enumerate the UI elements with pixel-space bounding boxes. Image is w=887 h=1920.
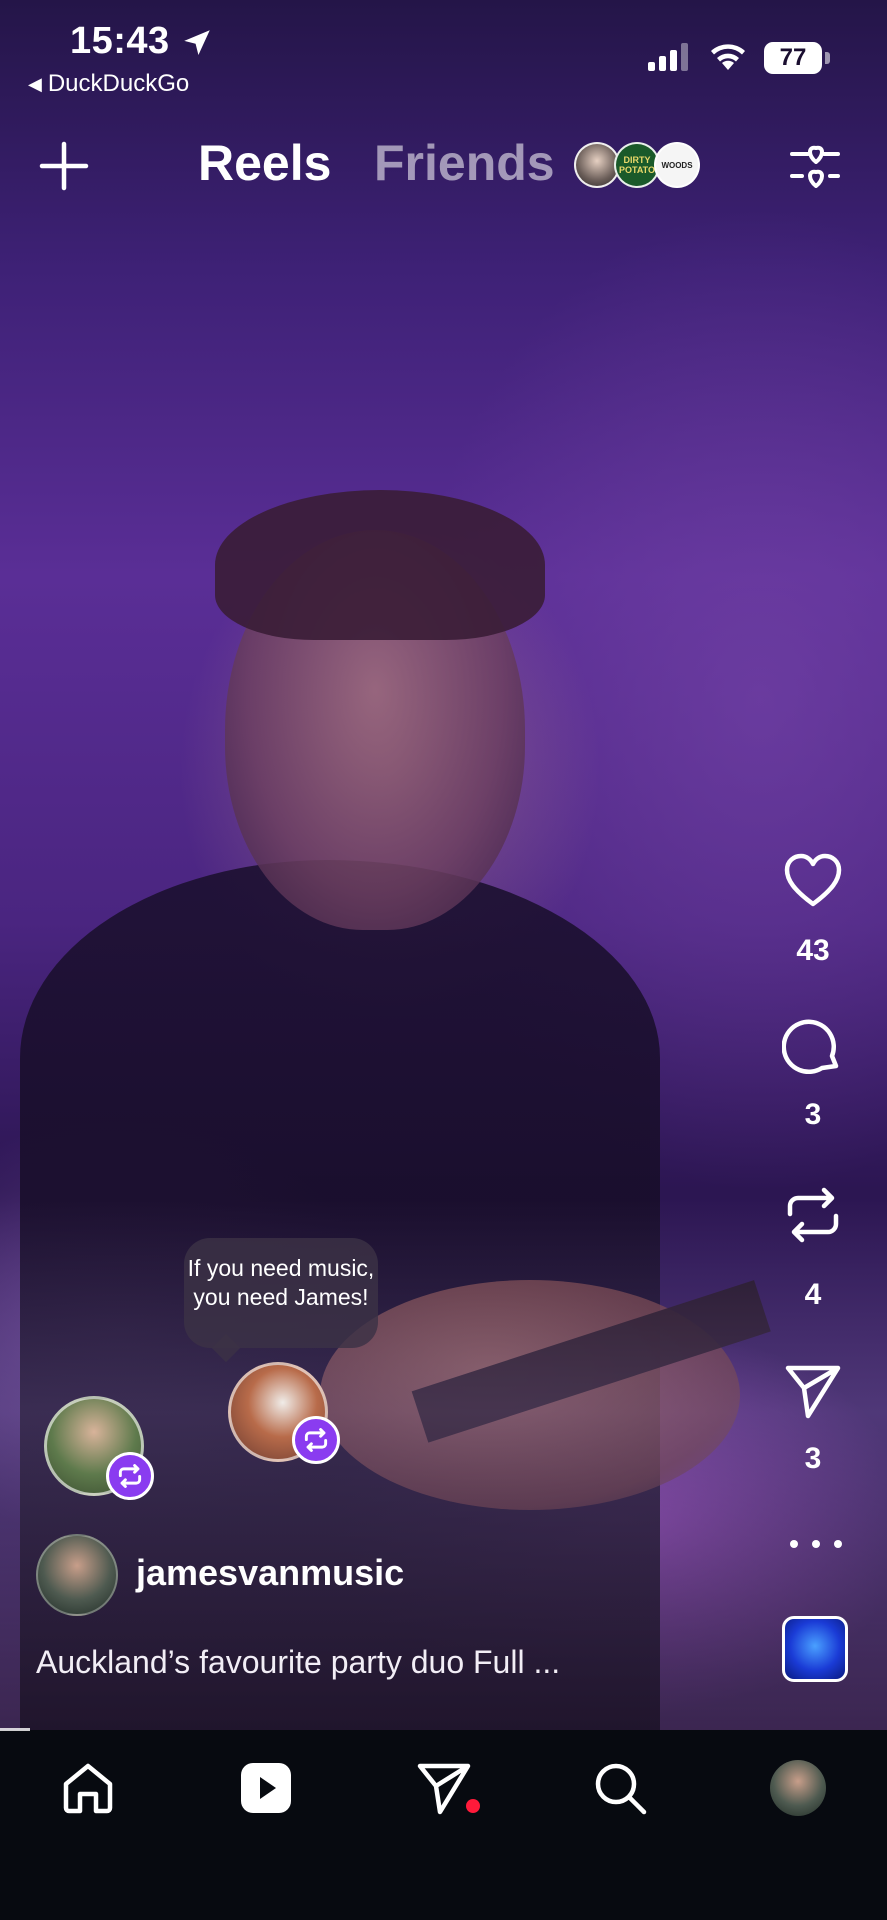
reel-caption[interactable]: Auckland’s favourite party duo Full ... [36, 1644, 736, 1681]
reshare-note-bubble[interactable]: If you need music, you need James! [184, 1238, 378, 1348]
battery-level: 77 [764, 42, 822, 74]
tab-friends[interactable]: Friends [374, 134, 555, 192]
tab-reels[interactable]: Reels [198, 134, 331, 192]
author-username[interactable]: jamesvanmusic [136, 1552, 404, 1594]
messages-icon[interactable] [416, 1760, 472, 1816]
reels-icon[interactable] [238, 1760, 294, 1816]
status-time: 15:43 [70, 20, 170, 62]
friends-avatar-stack[interactable]: DIRTY POTATO WOODS [574, 142, 700, 188]
home-icon[interactable] [60, 1760, 116, 1816]
send-icon[interactable] [782, 1360, 844, 1422]
reel-screen[interactable]: 15:43 ◀ DuckDuckGo 77 Reels Friends DIRT… [0, 0, 887, 1920]
friend-avatar-woods: WOODS [654, 142, 700, 188]
share-count: 3 [804, 1442, 822, 1475]
video-performer-hair [215, 490, 545, 640]
comment-count: 3 [804, 1098, 822, 1131]
back-app-label: DuckDuckGo [47, 70, 190, 97]
notification-dot [466, 1799, 480, 1813]
video-progress-bar[interactable] [0, 1728, 30, 1731]
comment-icon[interactable] [782, 1016, 844, 1078]
more-options-icon[interactable] [790, 1536, 842, 1552]
profile-avatar[interactable] [770, 1760, 826, 1816]
repost-icon[interactable] [782, 1184, 844, 1246]
back-to-app-link[interactable]: ◀ DuckDuckGo [28, 70, 189, 98]
like-count: 43 [796, 934, 830, 967]
cellular-signal-icon [648, 43, 688, 71]
back-triangle-icon: ◀ [28, 73, 42, 94]
author-avatar[interactable] [36, 1534, 118, 1616]
repost-badge-icon [292, 1416, 340, 1464]
filter-heart-sliders-icon[interactable] [786, 136, 844, 194]
wifi-icon [711, 44, 745, 70]
battery-indicator: 77 [764, 42, 830, 76]
repost-badge-icon [106, 1452, 154, 1500]
search-icon[interactable] [592, 1760, 648, 1816]
heart-icon[interactable] [782, 850, 844, 912]
create-plus-icon[interactable] [38, 140, 90, 192]
repost-count: 4 [804, 1278, 822, 1311]
location-arrow-icon [184, 30, 210, 56]
audio-track-thumbnail[interactable] [782, 1616, 848, 1682]
battery-cap [825, 52, 830, 64]
bottom-nav-bar [0, 1730, 887, 1920]
